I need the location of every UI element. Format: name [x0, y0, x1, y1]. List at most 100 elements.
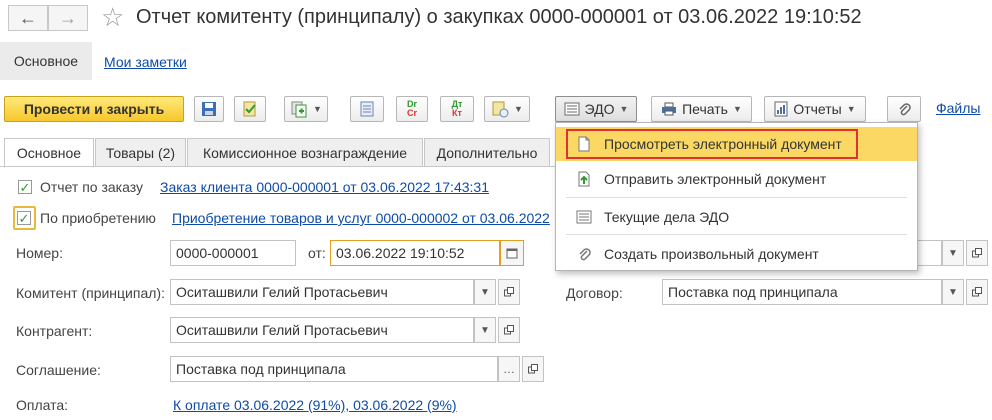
tab-commission[interactable]: Комиссионное вознаграждение	[187, 138, 423, 167]
menu-item-create-arbitrary[interactable]: Создать произвольный документ	[556, 237, 917, 271]
open-icon	[504, 325, 514, 335]
menu-separator	[566, 197, 907, 198]
menu-item-edo-tasks[interactable]: Текущие дела ЭДО	[556, 200, 917, 234]
purchase-label: По приобретению	[40, 210, 156, 226]
tab-goods[interactable]: Товары (2)	[95, 138, 186, 167]
menu-item-view-edoc[interactable]: Просмотреть электронный документ	[556, 127, 917, 161]
subtab-main[interactable]: Основное	[0, 42, 92, 80]
reports-icon	[774, 101, 788, 117]
agreement-open-button[interactable]	[522, 356, 544, 382]
chevron-down-icon: ▼	[619, 104, 629, 114]
order-report-checkbox[interactable]: ✓	[18, 180, 32, 194]
menu-item-label: Просмотреть электронный документ	[604, 136, 842, 152]
reports-button[interactable]: Отчеты ▼	[764, 96, 866, 122]
edo-label: ЭДО	[584, 101, 615, 117]
post-document-icon	[243, 101, 256, 117]
tab-main[interactable]: Основное	[4, 138, 94, 168]
dtkt-icon: Дт Кт	[452, 100, 463, 118]
post-and-close-label: Провести и закрыть	[23, 101, 165, 117]
forward-button[interactable]: →	[48, 5, 88, 31]
drcr-button[interactable]: Dr Cr	[396, 96, 428, 122]
open-icon	[504, 287, 514, 297]
principal-label: Комитент (принципал):	[16, 285, 165, 301]
date-label: от:	[308, 245, 326, 261]
open-icon	[972, 248, 982, 258]
printer-icon	[662, 102, 677, 116]
chevron-down-icon: ▼	[514, 104, 523, 114]
list-icon	[360, 101, 374, 117]
menu-item-send-edoc[interactable]: Отправить электронный документ	[556, 162, 917, 196]
contract-label: Договор:	[566, 285, 623, 301]
reports-label: Отчеты	[793, 101, 842, 117]
back-button[interactable]: ←	[8, 5, 48, 31]
purchase-checkbox[interactable]: ✓	[17, 211, 31, 225]
paperclip-icon	[579, 248, 591, 261]
post-button[interactable]	[234, 96, 266, 122]
order-report-label: Отчет по заказу	[40, 179, 144, 195]
date-field[interactable]: 03.06.2022 19:10:52	[330, 240, 500, 266]
arrow-left-icon: ←	[19, 7, 37, 28]
menu-separator	[566, 234, 907, 235]
edo-dropdown-menu: Просмотреть электронный документ Отправи…	[555, 122, 918, 271]
drcr-icon: Dr Cr	[407, 100, 417, 118]
page-title: Отчет комитенту (принципалу) о закупках …	[136, 6, 862, 28]
document-structure-icon	[492, 101, 509, 118]
post-and-close-button[interactable]: Провести и закрыть	[4, 96, 184, 122]
principal-field[interactable]: Оситашвили Гелий Протасьевич	[170, 279, 474, 305]
dtkt-button[interactable]: Дт Кт	[440, 96, 474, 122]
menu-item-label: Отправить электронный документ	[604, 171, 827, 187]
calendar-icon	[506, 248, 518, 259]
agreement-field[interactable]: Поставка под принципала	[170, 356, 498, 382]
chevron-down-icon: ▼	[313, 104, 322, 114]
drcr-bottom: Cr	[406, 108, 417, 118]
payment-label: Оплата:	[16, 397, 69, 413]
tab-underline	[0, 166, 560, 167]
structure-button[interactable]: ▼	[484, 96, 530, 122]
dtkt-bottom: Кт	[452, 108, 462, 118]
number-field[interactable]: 0000-000001	[170, 240, 296, 266]
paperclip-icon	[899, 103, 911, 116]
organization-dropdown-button[interactable]: ▼	[942, 240, 964, 266]
save-button[interactable]	[194, 96, 224, 122]
contract-field[interactable]: Поставка под принципала	[662, 279, 942, 305]
counterparty-open-button[interactable]	[498, 317, 520, 343]
order-report-link[interactable]: Заказ клиента 0000-000001 от 03.06.2022 …	[160, 179, 489, 195]
print-label: Печать	[682, 101, 728, 117]
edo-icon	[564, 102, 580, 116]
print-button[interactable]: Печать ▼	[651, 96, 752, 122]
favorite-star-icon[interactable]: ☆	[101, 2, 124, 33]
principal-open-button[interactable]	[498, 279, 520, 305]
organization-open-button[interactable]	[966, 240, 988, 266]
principal-dropdown-button[interactable]: ▼	[474, 279, 496, 305]
agreement-select-button[interactable]: …	[498, 356, 520, 382]
open-icon	[972, 287, 982, 297]
save-icon	[202, 102, 216, 116]
counterparty-field[interactable]: Оситашвили Гелий Протасьевич	[170, 317, 474, 343]
contract-open-button[interactable]	[966, 279, 988, 305]
files-link[interactable]: Файлы	[936, 100, 980, 116]
create-based-on-button[interactable]: ▼	[284, 96, 328, 122]
calendar-button[interactable]	[500, 240, 524, 266]
journal-button[interactable]	[350, 96, 384, 122]
create-based-on-icon	[291, 101, 307, 118]
chevron-down-icon: ▼	[732, 104, 742, 114]
send-document-icon	[578, 171, 590, 187]
contract-dropdown-button[interactable]: ▼	[942, 279, 964, 305]
tab-additional[interactable]: Дополнительно	[424, 138, 550, 167]
counterparty-label: Контрагент:	[16, 323, 93, 339]
attach-button[interactable]	[887, 96, 921, 122]
purchase-link[interactable]: Приобретение товаров и услуг 0000-000002…	[172, 210, 555, 226]
edo-button[interactable]: ЭДО ▼	[555, 96, 637, 122]
document-icon	[578, 136, 590, 152]
counterparty-dropdown-button[interactable]: ▼	[474, 317, 496, 343]
open-icon	[528, 364, 538, 374]
arrow-right-icon: →	[59, 7, 77, 28]
menu-item-label: Создать произвольный документ	[604, 246, 819, 262]
menu-item-label: Текущие дела ЭДО	[604, 209, 730, 225]
chevron-down-icon: ▼	[846, 104, 856, 114]
payment-link[interactable]: К оплате 03.06.2022 (91%), 03.06.2022 (9…	[173, 397, 457, 413]
number-label: Номер:	[16, 245, 63, 261]
agreement-label: Соглашение:	[16, 362, 101, 378]
subtab-notes-link[interactable]: Мои заметки	[104, 54, 187, 70]
tasks-icon	[576, 210, 592, 224]
